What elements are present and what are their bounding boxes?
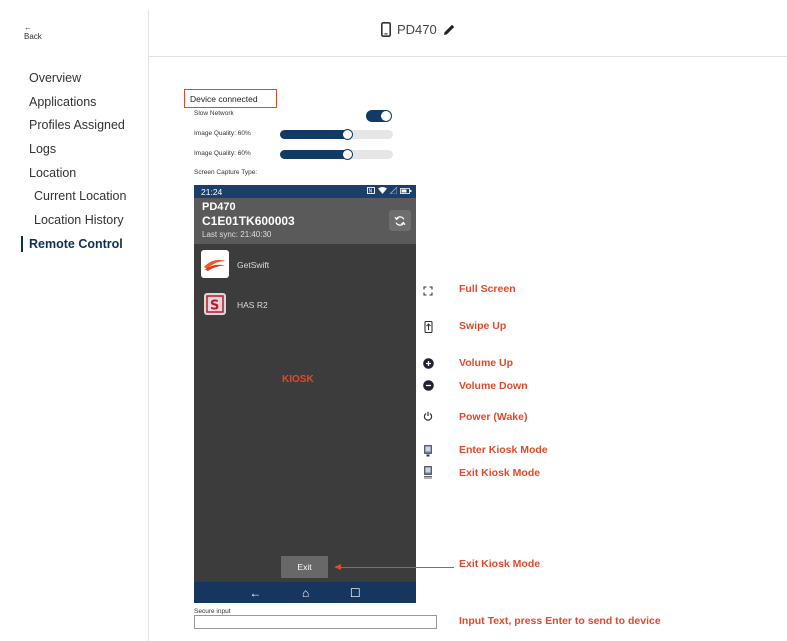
- sidebar-item-logs[interactable]: Logs: [29, 141, 126, 165]
- back-label: Back: [24, 32, 42, 41]
- svg-text:N: N: [369, 189, 373, 194]
- back-link[interactable]: ← Back: [24, 23, 42, 41]
- pencil-icon[interactable]: [443, 23, 456, 36]
- phone-serial: C1E01TK600003: [202, 214, 295, 228]
- phone-last-sync: Last sync: 21:40:30: [202, 230, 272, 239]
- phone-icon: [381, 21, 391, 37]
- nav-back-icon[interactable]: ←: [249, 586, 261, 600]
- nav-home-icon[interactable]: ⌂: [302, 586, 309, 600]
- enter-kiosk-icon[interactable]: [422, 445, 434, 457]
- slow-network-label: Slow Network: [194, 110, 234, 117]
- phone-device-name: PD470: [202, 201, 236, 213]
- exit-annotation-arrow-line: [340, 567, 454, 568]
- refresh-icon: [394, 215, 406, 226]
- slider-thumb[interactable]: [342, 149, 353, 160]
- input-hint: Input Text, press Enter to send to devic…: [459, 615, 661, 627]
- nav-recents-icon[interactable]: ☐: [350, 586, 361, 600]
- exit-annotation-arrow-icon: [334, 564, 341, 570]
- slider-fill: [280, 130, 348, 139]
- exit-kiosk-annotation: Exit Kiosk Mode: [459, 558, 541, 570]
- sidebar-item-remote-control[interactable]: Remote Control: [20, 235, 126, 260]
- volume-up-icon[interactable]: [422, 357, 434, 369]
- sidebar-item-location[interactable]: Location: [29, 165, 126, 189]
- swipe-up-label: Swipe Up: [459, 320, 507, 332]
- sidebar-item-location-history[interactable]: Location History: [29, 212, 126, 236]
- app-has-r2[interactable]: S HAS R2: [194, 293, 416, 323]
- fullscreen-icon[interactable]: [422, 285, 434, 297]
- sidebar-divider: [148, 10, 149, 641]
- volume-up-label: Volume Up: [459, 357, 514, 369]
- device-title: PD470: [381, 20, 456, 38]
- exit-kiosk-button[interactable]: Exit: [281, 556, 328, 578]
- phone-time: 21:24: [201, 187, 223, 197]
- phone-header: PD470 C1E01TK600003 Last sync: 21:40:30: [194, 198, 416, 244]
- sidebar-item-applications[interactable]: Applications: [29, 94, 126, 118]
- back-arrow-icon: ←: [24, 23, 32, 32]
- app-label: HAS R2: [237, 300, 268, 310]
- volume-down-icon[interactable]: [422, 379, 434, 391]
- header-divider: [148, 56, 787, 57]
- exit-kiosk-label: Exit Kiosk Mode: [459, 467, 541, 479]
- phone-nav-bar: ← ⌂ ☐: [194, 582, 416, 603]
- exit-kiosk-icon[interactable]: [422, 465, 434, 478]
- capture-type-label: Screen Capture Type:: [194, 169, 258, 176]
- wifi-icon: [378, 187, 387, 194]
- volume-down-label: Volume Down: [459, 380, 528, 392]
- swipe-up-icon[interactable]: [422, 320, 434, 333]
- svg-text:S: S: [210, 299, 219, 314]
- connection-status: Device connected: [184, 89, 277, 108]
- battery-icon: [400, 187, 412, 194]
- has-logo: S: [204, 293, 226, 315]
- image-quality-slider-1[interactable]: [280, 129, 393, 140]
- sidebar-item-profiles-assigned[interactable]: Profiles Assigned: [29, 117, 126, 141]
- image-quality-label-2: Image Quality: 60%: [194, 150, 251, 157]
- refresh-button[interactable]: [389, 210, 411, 231]
- sidebar-nav: Overview Applications Profiles Assigned …: [20, 70, 126, 260]
- status-icons: N: [367, 187, 412, 194]
- remote-screen[interactable]: 21:24 N PD470 C1E01TK600003 Last sync: 2…: [194, 185, 416, 603]
- image-quality-slider-2[interactable]: [280, 149, 393, 160]
- fullscreen-label: Full Screen: [459, 283, 516, 295]
- power-label: Power (Wake): [459, 411, 528, 423]
- phone-status-bar: 21:24 N: [194, 185, 416, 198]
- secure-input-label: Secure input: [194, 608, 231, 615]
- getswift-logo: [201, 250, 229, 278]
- slider-fill: [280, 150, 348, 159]
- slow-network-toggle[interactable]: [366, 110, 392, 122]
- slider-thumb[interactable]: [342, 129, 353, 140]
- toggle-knob: [381, 111, 391, 121]
- sidebar-item-overview[interactable]: Overview: [29, 70, 126, 94]
- nfc-icon: N: [367, 187, 375, 194]
- signal-icon: [390, 187, 397, 194]
- image-quality-label-1: Image Quality: 60%: [194, 130, 251, 137]
- app-getswift[interactable]: GetSwift: [194, 250, 416, 280]
- app-label: GetSwift: [237, 260, 270, 270]
- secure-input[interactable]: [194, 615, 437, 629]
- enter-kiosk-label: Enter Kiosk Mode: [459, 444, 548, 456]
- sidebar-item-current-location[interactable]: Current Location: [29, 188, 126, 212]
- power-icon[interactable]: [422, 410, 434, 422]
- kiosk-label: KIOSK: [282, 374, 314, 385]
- device-name: PD470: [397, 21, 437, 37]
